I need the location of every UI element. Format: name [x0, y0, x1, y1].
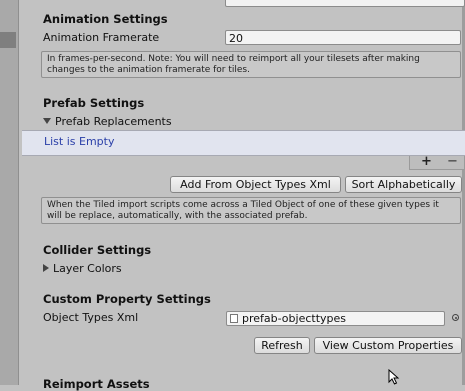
prefab-replacements-foldout[interactable]: Prefab Replacements	[43, 115, 172, 128]
text-asset-icon	[230, 314, 238, 323]
list-add-button[interactable]: +	[421, 155, 432, 169]
previous-field[interactable]	[225, 0, 465, 7]
prefab-replacements-label: Prefab Replacements	[55, 115, 172, 128]
object-types-xml-label: Object Types Xml	[43, 311, 139, 324]
animation-settings-header: Animation Settings	[43, 12, 168, 26]
prefab-settings-header: Prefab Settings	[43, 96, 145, 110]
layer-colors-label: Layer Colors	[53, 262, 122, 275]
collider-settings-header: Collider Settings	[43, 243, 152, 257]
animation-framerate-field[interactable]: 20	[225, 30, 461, 45]
object-picker-icon[interactable]	[452, 314, 459, 321]
view-custom-properties-button[interactable]: View Custom Properties	[314, 337, 462, 354]
triangle-down-icon	[43, 118, 51, 124]
object-types-xml-field[interactable]: prefab-objecttypes	[226, 311, 445, 326]
animation-help-box: In frames-per-second. Note: You will nee…	[41, 51, 461, 78]
sort-alphabetically-button[interactable]: Sort Alphabetically	[345, 176, 462, 193]
custom-property-settings-header: Custom Property Settings	[43, 292, 211, 306]
mouse-pointer-icon	[388, 369, 400, 385]
animation-framerate-label: Animation Framerate	[43, 31, 160, 44]
reimport-assets-header: Reimport Assets	[43, 377, 150, 391]
layer-colors-foldout[interactable]: Layer Colors	[43, 262, 122, 275]
triangle-right-icon	[43, 264, 49, 272]
list-remove-button[interactable]: −	[447, 155, 458, 169]
inspector-panel: Animation Settings Animation Framerate 2…	[0, 0, 465, 391]
refresh-button[interactable]: Refresh	[254, 337, 310, 354]
prefab-help-box: When the Tiled import scripts come acros…	[41, 197, 461, 224]
add-from-object-types-xml-button[interactable]: Add From Object Types Xml	[170, 176, 341, 193]
list-empty-text: List is Empty	[44, 135, 115, 148]
